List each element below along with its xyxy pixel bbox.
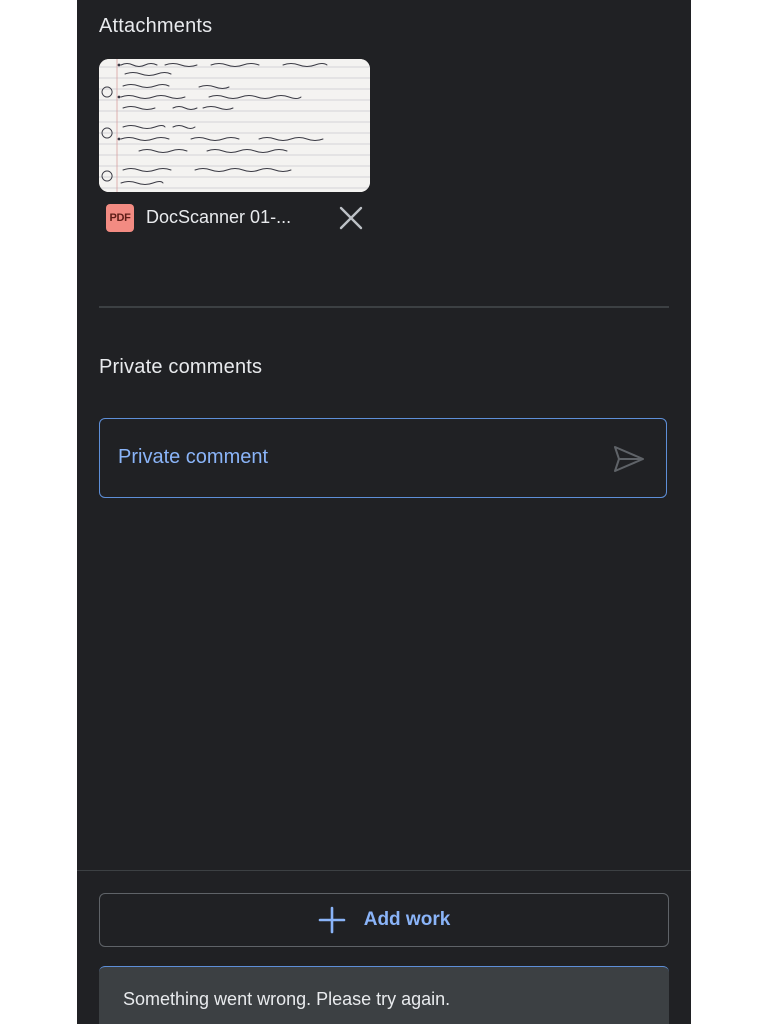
- bottom-action-bar: Add work Something went wrong. Please tr…: [77, 870, 691, 1024]
- private-comments-heading: Private comments: [99, 356, 263, 378]
- add-work-button[interactable]: Add work: [99, 893, 669, 947]
- add-work-label: Add work: [363, 909, 451, 930]
- send-icon: [614, 446, 644, 472]
- section-divider: [99, 306, 669, 308]
- private-comment-input[interactable]: [118, 441, 588, 473]
- send-comment-button[interactable]: [612, 443, 646, 475]
- snackbar-message: Something went wrong. Please try again.: [123, 989, 451, 1009]
- attachment-file-name[interactable]: DocScanner 01-...: [146, 207, 291, 228]
- attachment-file-row[interactable]: PDF DocScanner 01-...: [106, 203, 368, 233]
- error-snackbar: Something went wrong. Please try again.: [99, 966, 669, 1024]
- attachment-thumbnail[interactable]: [99, 59, 370, 192]
- remove-attachment-button[interactable]: [338, 205, 364, 231]
- scanned-page-image: [99, 59, 370, 192]
- pdf-icon: PDF: [106, 204, 134, 232]
- private-comment-box: [99, 418, 667, 498]
- attachments-heading: Attachments: [99, 15, 213, 37]
- close-icon: [339, 206, 363, 230]
- app-screen: Attachments PDF DocScanner 01-... Privat…: [77, 0, 691, 1024]
- plus-icon: [318, 906, 346, 934]
